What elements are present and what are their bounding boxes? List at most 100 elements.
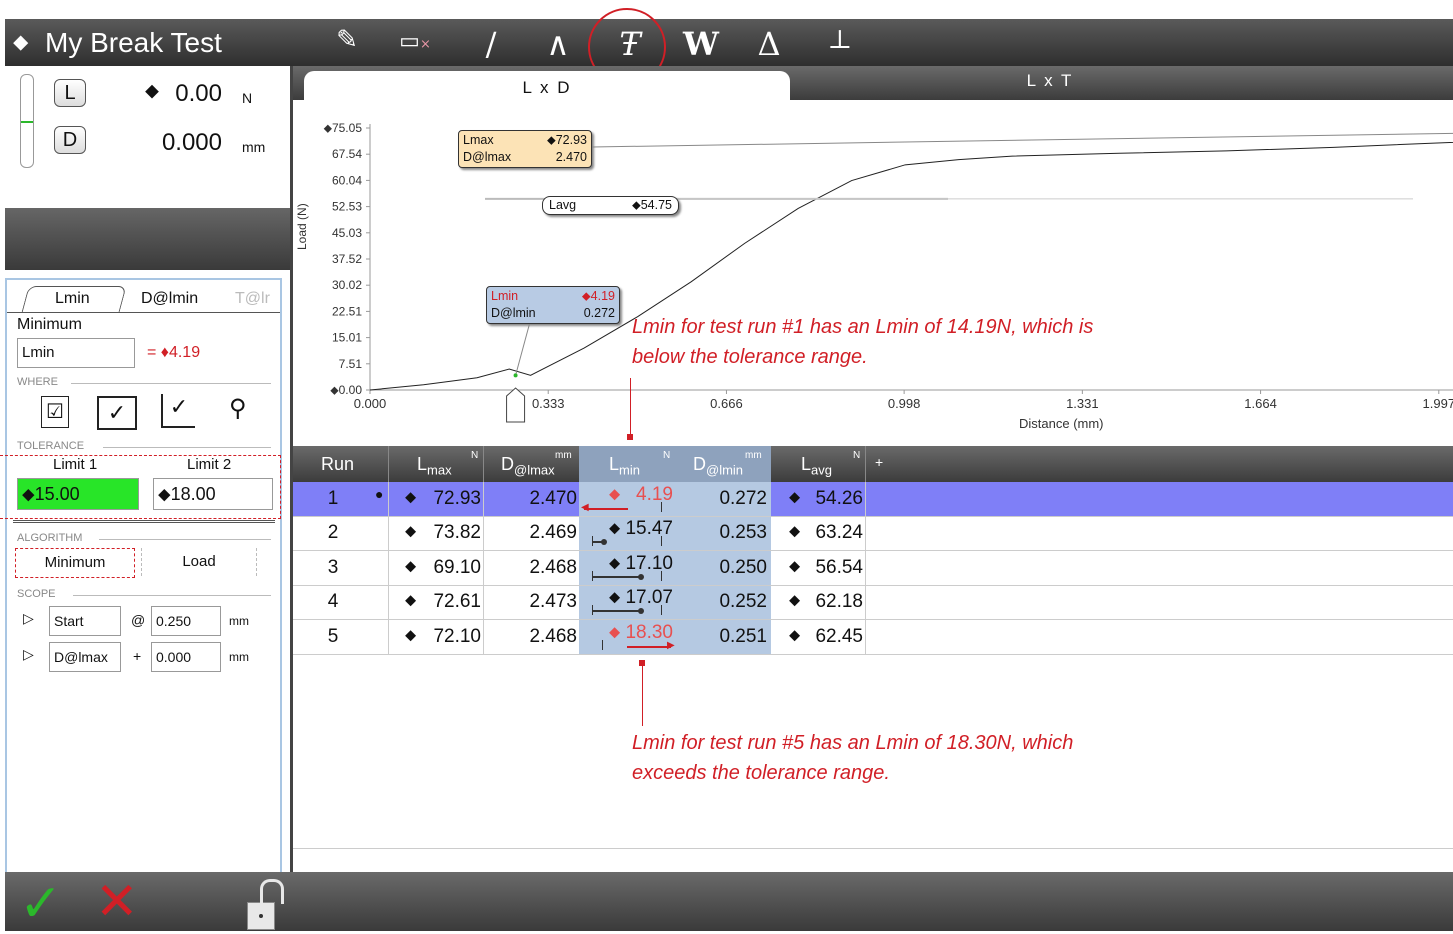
col-sep — [865, 585, 866, 620]
tab-lxd[interactable]: L x D — [304, 71, 790, 100]
results-table-header: Run Lmax N D@lmax mm Lmin N D@lmin mm La… — [293, 446, 1453, 482]
scope-at: @ — [131, 612, 146, 628]
header-lmax-sub: max — [427, 462, 452, 478]
table-row[interactable]: 2 ⬥ 73.82 2.469 ⬥ 15.47 0.253 ⬥ 63.24 — [293, 516, 1453, 552]
reject-icon[interactable]: ✕ — [95, 872, 139, 932]
dlmax-callout-label: D@lmax — [463, 150, 512, 164]
peak-icon[interactable]: ∧ — [538, 25, 578, 63]
scope-start-unit: mm — [229, 614, 249, 628]
tolerance-high-arrow — [627, 645, 671, 648]
marker-icon[interactable]: ▭× — [395, 29, 435, 54]
load-value: 0.00 — [175, 80, 222, 107]
x-tick-label: 0.333 — [532, 396, 565, 411]
cell-lmax: 72.10 — [433, 625, 481, 647]
load-button[interactable]: L — [54, 79, 86, 107]
cell-lavg: 54.26 — [815, 488, 863, 509]
cell-run: 5 — [327, 625, 339, 647]
distance-button[interactable]: D — [54, 126, 86, 154]
calc-heading: Minimum — [17, 316, 82, 333]
col-sep — [388, 482, 389, 516]
scope-plus: + — [133, 648, 142, 664]
col-sep — [865, 619, 866, 654]
where-label: WHERE — [17, 376, 58, 388]
algo-load-button[interactable]: Load — [141, 548, 257, 576]
cell-dlmin: 0.250 — [719, 556, 767, 578]
cell-lmin: 17.07 — [625, 587, 673, 609]
cell-lmax: 69.10 — [433, 556, 481, 578]
scope-end-unit: mm — [229, 650, 249, 664]
scope-end-select[interactable]: D@lmax — [49, 642, 121, 672]
header-lavg-unit: N — [853, 450, 861, 461]
col-sep — [483, 585, 484, 620]
bottom-bar: ✓ ✕ — [5, 872, 1453, 934]
lmin-point — [513, 373, 518, 378]
table-row[interactable]: 4 ⬥ 72.61 2.473 ⬥ 17.07 0.252 ⬥ 62.18 — [293, 585, 1453, 621]
slope-icon[interactable]: / — [471, 25, 511, 63]
table-row[interactable]: 3 ⬥ 69.10 2.468 ⬥ 17.10 0.250 ⬥ 56.54 — [293, 550, 1453, 586]
annotation-top-dot — [627, 434, 633, 440]
cell-dlmin: 0.272 — [719, 488, 767, 509]
unlock-icon[interactable] — [247, 879, 284, 930]
cell-lavg: 63.24 — [815, 522, 863, 544]
lmax-callout[interactable]: Lmax ⬥72.93 D@lmax 2.470 — [458, 130, 592, 168]
x-tick-label: 1.664 — [1244, 396, 1277, 411]
lmin-leader — [515, 321, 531, 376]
cut-icon[interactable]: ⊥ — [820, 25, 860, 55]
cell-run: 1 — [327, 488, 339, 509]
delta-icon[interactable]: Δ — [749, 25, 789, 63]
tab-tlr[interactable]: T@lr — [235, 290, 270, 308]
tolerance-highlight — [0, 455, 281, 519]
lmin-callout[interactable]: Lmin ⬥4.19 D@lmin 0.272 — [486, 286, 620, 324]
cell-lmin: 4.19 — [636, 484, 673, 505]
algorithm-label: ALGORITHM — [17, 532, 83, 544]
header-sep — [388, 446, 389, 482]
header-dlmin-unit: mm — [745, 450, 762, 461]
scope-start-input[interactable]: 0.250 — [151, 606, 221, 636]
table-row[interactable]: 1 ● ⬥ 72.93 2.470 ⬥ 4.19 0.272 ⬥ 54.26 ◀ — [293, 482, 1453, 517]
table-row[interactable]: 5 ⬥ 72.10 2.468 ⬥ 18.30 0.251 ⬥ 62.45 ▶ — [293, 619, 1453, 655]
cell-dlmax: 2.470 — [529, 488, 577, 509]
y-tick-label: 60.04 — [332, 173, 362, 187]
cell-dlmin: 0.252 — [719, 591, 767, 613]
lavg-callout[interactable]: Lavg ⬥54.75 — [542, 196, 679, 215]
dlmin-callout-label: D@lmin — [491, 306, 536, 320]
col-sep — [865, 516, 866, 551]
annotation-bottom: Lmin for test run #5 has an Lmin of 18.3… — [632, 728, 1073, 788]
tab-dlmin[interactable]: D@lmin — [141, 290, 198, 308]
tab-lxt[interactable]: L x T — [1000, 71, 1100, 91]
header-lmin-main: L — [609, 454, 620, 474]
header-lmin-sub: min — [619, 462, 640, 478]
cell-lavg: 56.54 — [815, 556, 863, 578]
where-graph-icon[interactable]: ✓ — [161, 394, 195, 428]
y-tick-label: 37.52 — [332, 252, 362, 266]
calc-name-input[interactable]: Lmin — [17, 338, 135, 368]
header-lmin-unit: N — [663, 450, 671, 461]
test-title[interactable]: My Break Test — [45, 27, 222, 59]
algo-minimum-button[interactable]: Minimum — [15, 548, 135, 578]
scope-end-input[interactable]: 0.000 — [151, 642, 221, 672]
pencil-icon[interactable]: ✎ — [327, 25, 367, 55]
tolerance-min-tick — [602, 639, 603, 650]
x-tick-label: 0.998 — [888, 396, 921, 411]
col-sep — [483, 482, 484, 516]
scope-divider — [73, 595, 271, 596]
scope-end-icon: ▷ — [23, 646, 34, 662]
header-dlmax-unit: mm — [555, 450, 572, 461]
scope-label: SCOPE — [17, 588, 56, 600]
title-sort-icon[interactable]: ⬥ — [13, 29, 28, 55]
where-check-icon[interactable]: ✓ — [97, 396, 137, 430]
dlmin-callout-value: 0.272 — [583, 306, 615, 320]
gauge-slider[interactable] — [20, 74, 34, 168]
pin-icon[interactable]: ⚲ — [229, 394, 247, 423]
w-icon[interactable]: W — [681, 25, 721, 63]
where-list-icon[interactable]: ☑ — [41, 396, 69, 428]
y-tick-label: 45.03 — [332, 226, 362, 240]
col-sep — [865, 482, 866, 516]
scope-start-icon: ▷ — [23, 610, 34, 626]
scope-start-select[interactable]: Start — [49, 606, 121, 636]
accept-icon[interactable]: ✓ — [19, 874, 63, 934]
lmax-leader — [591, 132, 1453, 148]
cell-lmin: 17.10 — [625, 552, 673, 574]
annotation-bottom-pointer — [642, 664, 643, 726]
annotation-top-line2: below the tolerance range. — [632, 346, 868, 368]
